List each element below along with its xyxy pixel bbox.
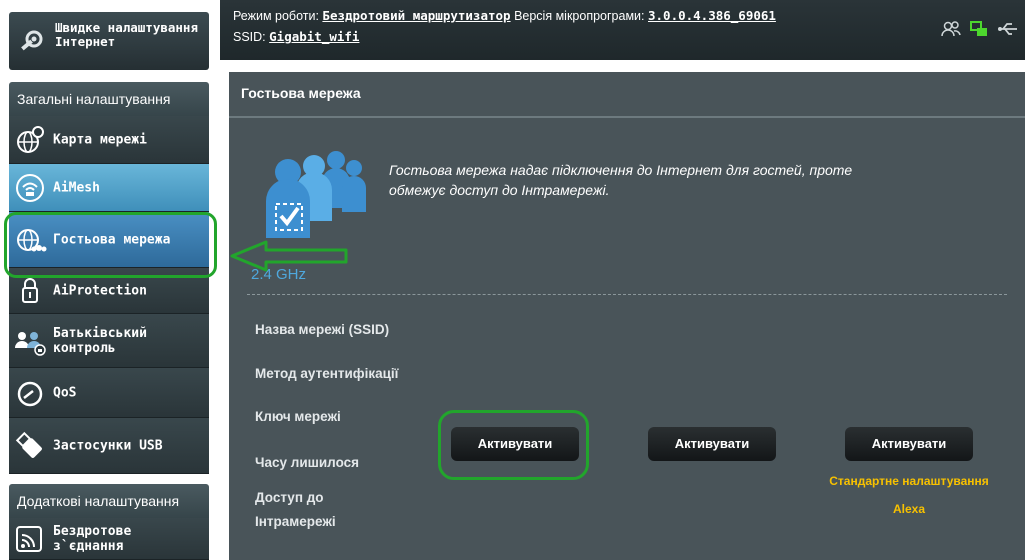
general-settings-header: Загальні налаштування (9, 82, 209, 116)
main-content: Гостьова мережа Гостьова мережа надає пі… (220, 60, 1025, 560)
sidebar-item-label: Бездротове з`єднання (53, 523, 132, 554)
ssid-row: SSID: Gigabit_wifi (233, 29, 359, 44)
sidebar-item-label: Застосунки USB (53, 438, 163, 453)
operation-mode-row: Режим роботи: Бездротовий маршрутизатор … (233, 8, 776, 23)
sidebar-item-label: AiProtection (53, 283, 147, 298)
alexa-link[interactable]: Alexa (814, 502, 1004, 516)
usb-status-icon[interactable] (997, 20, 1019, 43)
sidebar-item-qos[interactable]: QoS (9, 368, 209, 418)
sidebar-item-wireless[interactable]: Бездротове з`єднання (9, 518, 209, 560)
sidebar-item-label: QoS (53, 385, 77, 400)
default-settings-link[interactable]: Стандартне налаштування (814, 474, 1004, 488)
section-divider (247, 294, 1007, 295)
wrench-gear-icon (19, 28, 45, 59)
field-label-ssid: Назва мережі (SSID) (255, 322, 390, 337)
firmware-label: Версія мікропрограми: (514, 9, 645, 23)
title-divider (229, 116, 1025, 118)
network-globe-icon (13, 123, 47, 157)
guest-network-panel: Гостьова мережа Гостьова мережа надає пі… (229, 72, 1025, 560)
field-label-auth-method: Метод аутентифікації (255, 366, 399, 381)
sidebar-item-network-map[interactable]: Карта мережі (9, 116, 209, 164)
field-label-network-key: Ключ мережі (255, 409, 341, 424)
ssid-label: SSID: (233, 30, 266, 44)
page-title: Гостьова мережа (241, 85, 361, 101)
highlight-rectangle-button (438, 410, 589, 480)
highlight-rectangle-menu (4, 212, 217, 278)
sidebar: Швидке налаштування Інтернет Загальні на… (0, 0, 220, 560)
users-icon[interactable] (941, 20, 961, 43)
operation-mode-label: Режим роботи: (233, 9, 319, 23)
sidebar-item-label: Карта мережі (53, 132, 147, 147)
operation-mode-link[interactable]: Бездротовий маршрутизатор (322, 8, 510, 23)
usb-icon (13, 429, 47, 463)
quick-internet-setup-button[interactable]: Швидке налаштування Інтернет (9, 12, 209, 70)
sidebar-item-usb-apps[interactable]: Застосунки USB (9, 418, 209, 474)
status-bar: Режим роботи: Бездротовий маршрутизатор … (220, 0, 1025, 60)
firmware-version-link[interactable]: 3.0.0.4.386_69061 (648, 8, 776, 23)
field-label-time-remaining: Часу лишилося (255, 455, 360, 470)
ssid-link[interactable]: Gigabit_wifi (269, 29, 359, 44)
advanced-settings-header: Додаткові налаштування (9, 484, 209, 518)
guest-network-illustration (254, 146, 374, 251)
field-label-intranet-access: Доступ до Інтрамережі (255, 490, 336, 529)
speedometer-icon (13, 376, 47, 410)
sidebar-item-label: AiMesh (53, 180, 100, 195)
guest-network-description: Гостьова мережа надає підключення до Інт… (389, 162, 853, 198)
sidebar-item-label: Батьківський контроль (53, 325, 147, 356)
wireless-signal-icon (13, 522, 47, 556)
sidebar-item-parental-control[interactable]: Батьківський контроль (9, 314, 209, 368)
left-arrow-annotation (228, 238, 352, 279)
parental-control-icon (13, 324, 47, 358)
activate-button-2[interactable]: Активувати (648, 427, 776, 461)
quick-setup-label: Швидке налаштування Інтернет (55, 20, 198, 49)
lan-status-icon[interactable] (969, 20, 989, 43)
aimesh-router-icon (13, 171, 47, 205)
status-icons (941, 20, 1019, 43)
sidebar-item-aimesh[interactable]: AiMesh (9, 164, 209, 212)
activate-button-3[interactable]: Активувати (845, 427, 973, 461)
padlock-icon (13, 274, 47, 308)
